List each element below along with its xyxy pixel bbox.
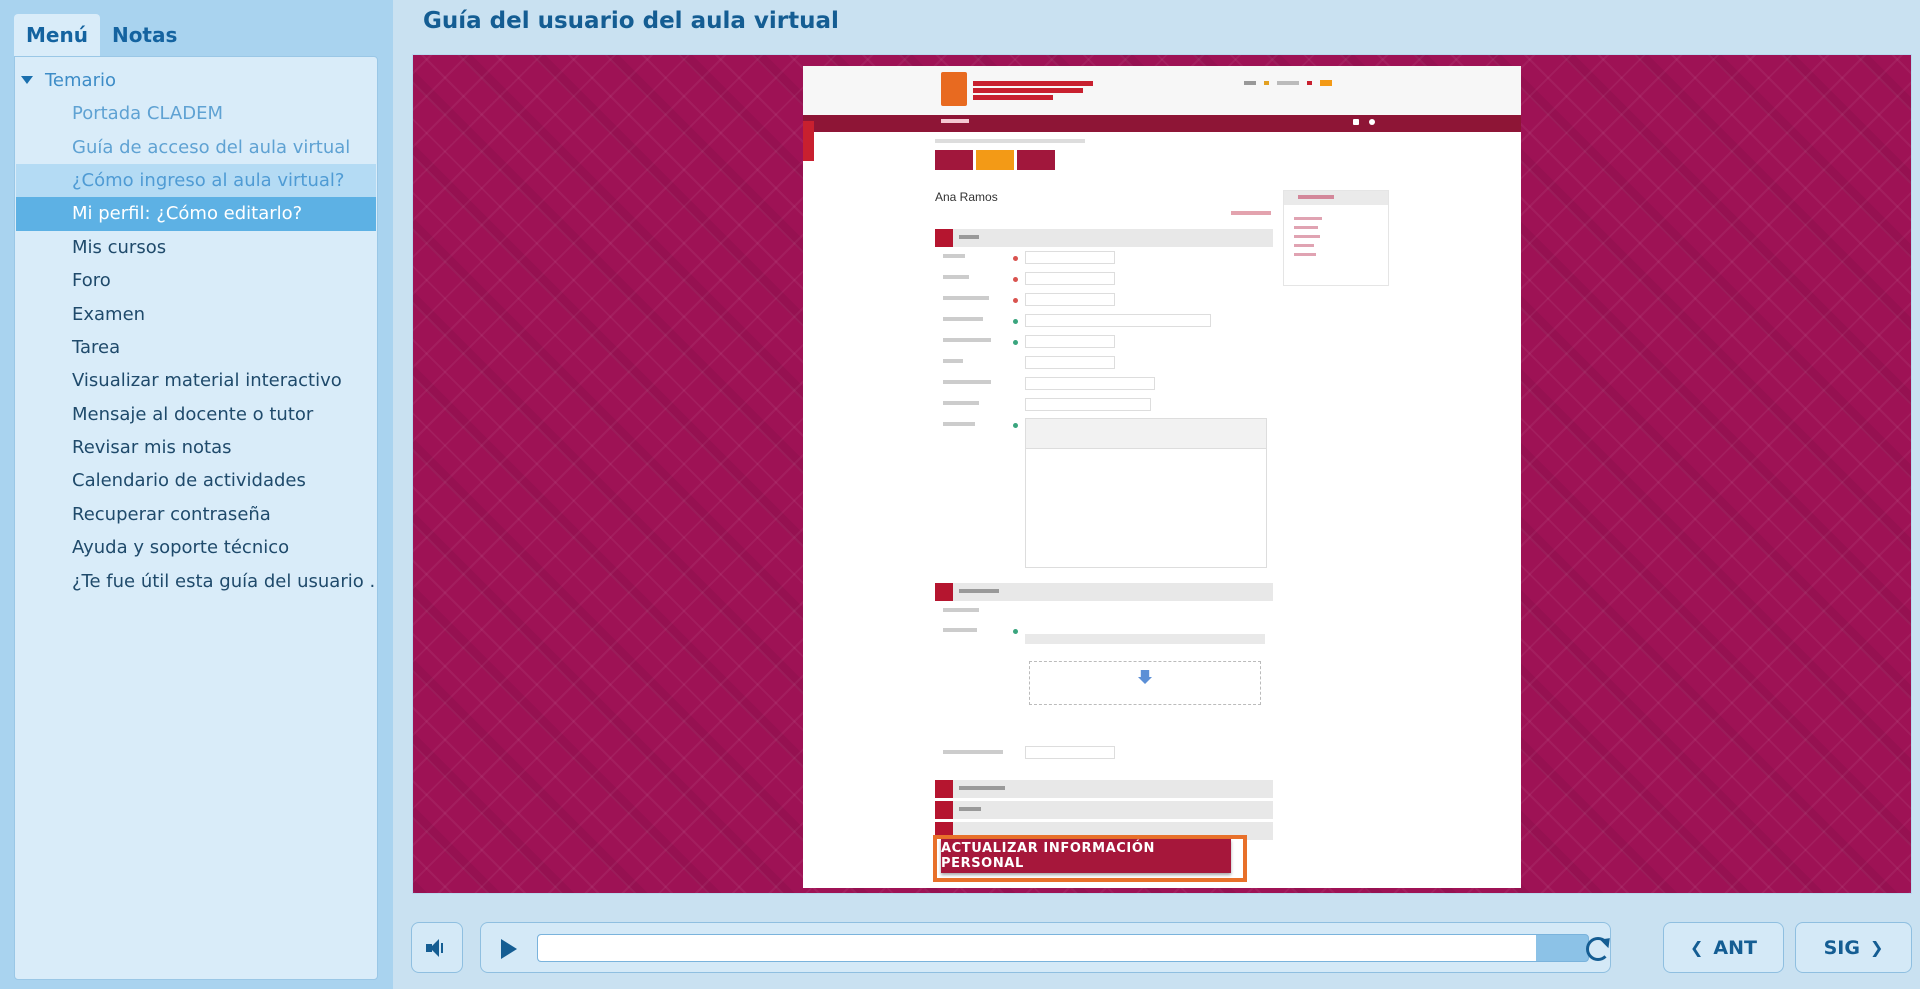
header-tools: [1244, 80, 1332, 86]
mini-input: [1025, 335, 1115, 348]
quick-button: [976, 150, 1014, 170]
next-label: SIG: [1823, 936, 1860, 959]
tab-menu[interactable]: Menú: [14, 14, 100, 56]
site-header: [803, 66, 1521, 115]
sidebar-tabs: Menú Notas: [14, 14, 189, 56]
syllabus-heading: Temario: [45, 69, 116, 91]
syllabus-item[interactable]: Ayuda y soporte técnico: [16, 531, 376, 564]
syllabus-item[interactable]: Mi perfil: ¿Cómo editarlo?: [16, 197, 376, 231]
syllabus-item[interactable]: Calendario de actividades: [16, 464, 376, 497]
play-icon[interactable]: [501, 939, 517, 959]
quick-button: [1017, 150, 1055, 170]
syllabus-item[interactable]: Visualizar material interactivo: [16, 364, 376, 397]
syllabus-item[interactable]: Recuperar contraseña: [16, 498, 376, 531]
volume-button[interactable]: [411, 922, 463, 973]
section-user-image: [935, 583, 1273, 601]
syllabus-item[interactable]: Examen: [16, 297, 376, 330]
menu-panel: Temario Portada CLADEM Guía de acceso del…: [14, 56, 378, 980]
profile-screenshot: Ana Ramos ACTUALIZAR INFORMACIÓN PERSONA…: [803, 66, 1521, 888]
syllabus-item[interactable]: Mensaje al docente o tutor: [16, 398, 376, 431]
syllabus-item[interactable]: Portada CLADEM: [16, 97, 376, 130]
speaker-icon: [426, 938, 448, 958]
mini-select: [1025, 398, 1151, 411]
mini-dropzone: [1029, 661, 1261, 705]
mini-editor: [1025, 418, 1267, 568]
slide-area: Ana Ramos ACTUALIZAR INFORMACIÓN PERSONA…: [412, 54, 1912, 894]
tab-notes[interactable]: Notas: [100, 14, 189, 56]
quick-button: [935, 150, 973, 170]
syllabus-item[interactable]: ¿Te fue útil esta guía del usuario ...: [16, 564, 376, 597]
mini-breadcrumb: [935, 139, 1085, 145]
side-tab: [803, 121, 814, 161]
profile-name: Ana Ramos: [935, 190, 998, 204]
mini-login-button: [1320, 80, 1332, 86]
syllabus-item[interactable]: Tarea: [16, 331, 376, 364]
section-interests: [935, 801, 1273, 819]
quick-buttons: [935, 150, 1055, 170]
section-additional-names: [935, 780, 1273, 798]
section-general: [935, 229, 1273, 247]
syllabus-item[interactable]: Revisar mis notas: [16, 431, 376, 464]
mini-input: [1025, 293, 1115, 306]
sidebar: Menú Notas Temario Portada CLADEM Guía de…: [0, 0, 393, 989]
syllabus-toggle[interactable]: Temario: [21, 65, 116, 95]
mini-bookmark-icon: [1353, 119, 1359, 125]
mini-input: [1025, 356, 1115, 369]
progress-track[interactable]: [537, 934, 1589, 962]
syllabus-item[interactable]: Mis cursos: [16, 231, 376, 264]
prev-label: ANT: [1713, 936, 1757, 959]
playback-bar: [480, 922, 1611, 973]
cladem-logo: [941, 72, 967, 106]
mini-select: [1025, 377, 1155, 390]
caret-down-icon: [21, 76, 33, 84]
site-nav: [803, 115, 1521, 132]
org-lines: [973, 81, 1123, 100]
chevron-right-icon: ❯: [1869, 938, 1884, 957]
syllabus-list: Portada CLADEM Guía de acceso del aula vi…: [15, 97, 377, 598]
mini-input: [1025, 272, 1115, 285]
navigation-block: [1283, 190, 1389, 286]
update-profile-button[interactable]: ACTUALIZAR INFORMACIÓN PERSONAL: [941, 839, 1231, 873]
mini-filepicker: [1025, 634, 1265, 644]
prev-button[interactable]: ❮ ANT: [1663, 922, 1784, 973]
page-title: Guía del usuario del aula virtual: [423, 8, 839, 34]
syllabus-item[interactable]: Guía de acceso del aula virtual: [16, 130, 376, 163]
replay-icon[interactable]: [1586, 937, 1610, 961]
mini-input: [1025, 746, 1115, 759]
chevron-left-icon: ❮: [1690, 938, 1704, 957]
mini-search-icon: [1369, 119, 1375, 125]
syllabus-item[interactable]: ¿Cómo ingreso al aula virtual?: [16, 163, 376, 198]
syllabus-item[interactable]: Foro: [16, 264, 376, 297]
progress-fill: [538, 935, 1536, 961]
expand-all-link: [1231, 211, 1271, 217]
mini-select: [1025, 314, 1211, 327]
next-button[interactable]: SIG ❯: [1795, 922, 1912, 973]
mini-input: [1025, 251, 1115, 264]
